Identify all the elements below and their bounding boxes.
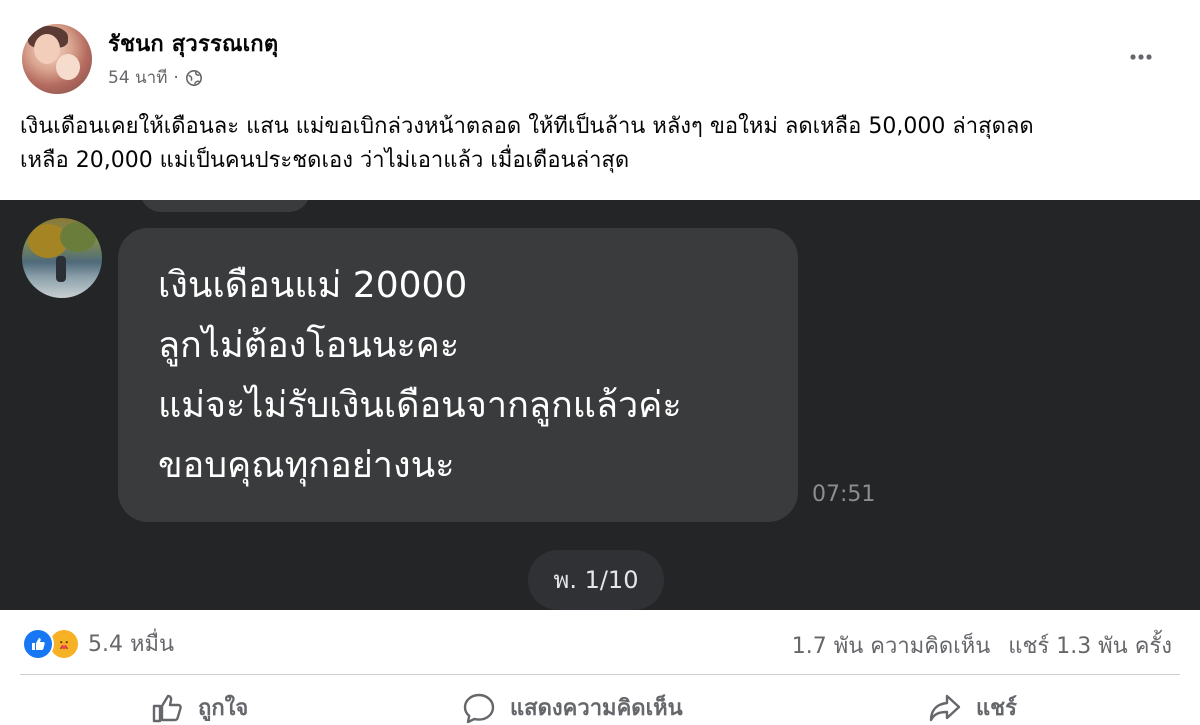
meta-separator: · — [173, 67, 179, 88]
reaction-count: 5.4 หมื่น — [88, 632, 175, 657]
image-pager: พ. 1/10 — [528, 550, 664, 610]
comment-icon — [463, 693, 495, 723]
more-options-icon[interactable] — [1124, 40, 1158, 74]
reaction-summary[interactable]: 5.4 หมื่น — [22, 626, 174, 661]
caption-line: เงินเดือนเคยให้เดือนละ แสน แม่ขอเบิกล่วง… — [20, 114, 1034, 139]
like-reaction-icon — [22, 627, 54, 660]
post-caption: เงินเดือนเคยให้เดือนละ แสน แม่ขอเบิกล่วง… — [20, 110, 1180, 178]
message-line: แม่จะไม่รับเงินเดือนจากลูกแล้วค่ะ — [158, 385, 682, 426]
message-line: ขอบคุณทุกอย่างนะ — [158, 445, 455, 486]
comment-label: แสดงความคิดเห็น — [510, 696, 683, 721]
share-label: แชร์ — [976, 696, 1017, 721]
like-label: ถูกใจ — [198, 696, 249, 721]
comment-button[interactable]: แสดงความคิดเห็น — [462, 690, 683, 725]
chat-screenshot-image[interactable]: เงินเดือนแม่ 20000 ลูกไม่ต้องโอนนะคะ แม่… — [0, 200, 1200, 610]
like-button[interactable]: ถูกใจ — [150, 690, 248, 725]
message-time: 07:51 — [812, 482, 876, 507]
author-avatar[interactable] — [22, 24, 92, 94]
previous-bubble — [140, 200, 310, 212]
share-count-link[interactable]: แชร์ 1.3 พัน ครั้ง — [1008, 628, 1172, 663]
engagement-stats: 1.7 พัน ความคิดเห็น แชร์ 1.3 พัน ครั้ง — [792, 628, 1172, 663]
message-line: เงินเดือนแม่ 20000 — [158, 265, 468, 306]
post-meta: 54 นาที · — [108, 64, 203, 91]
message-line: ลูกไม่ต้องโอนนะคะ — [158, 325, 460, 366]
facebook-post: รัชนก สุวรรณเกตุ 54 นาที · เงินเดือนเคยใ… — [0, 0, 1200, 724]
globe-icon — [185, 69, 203, 87]
comment-count-link[interactable]: 1.7 พัน ความคิดเห็น — [792, 628, 991, 663]
sender-avatar — [22, 218, 102, 298]
message-bubble: เงินเดือนแม่ 20000 ลูกไม่ต้องโอนนะคะ แม่… — [118, 228, 798, 522]
divider — [20, 674, 1180, 675]
post-action-bar: ถูกใจ แสดงความคิดเห็น แชร์ — [0, 684, 1200, 724]
caption-line: เหลือ 20,000 แม่เป็นคนประชดเอง ว่าไม่เอา… — [20, 148, 630, 173]
thumbs-up-icon — [152, 694, 182, 722]
author-name[interactable]: รัชนก สุวรรณเกตุ — [108, 26, 278, 61]
share-icon — [929, 694, 961, 721]
post-time[interactable]: 54 นาที — [108, 64, 167, 91]
share-button[interactable]: แชร์ — [928, 690, 1017, 725]
